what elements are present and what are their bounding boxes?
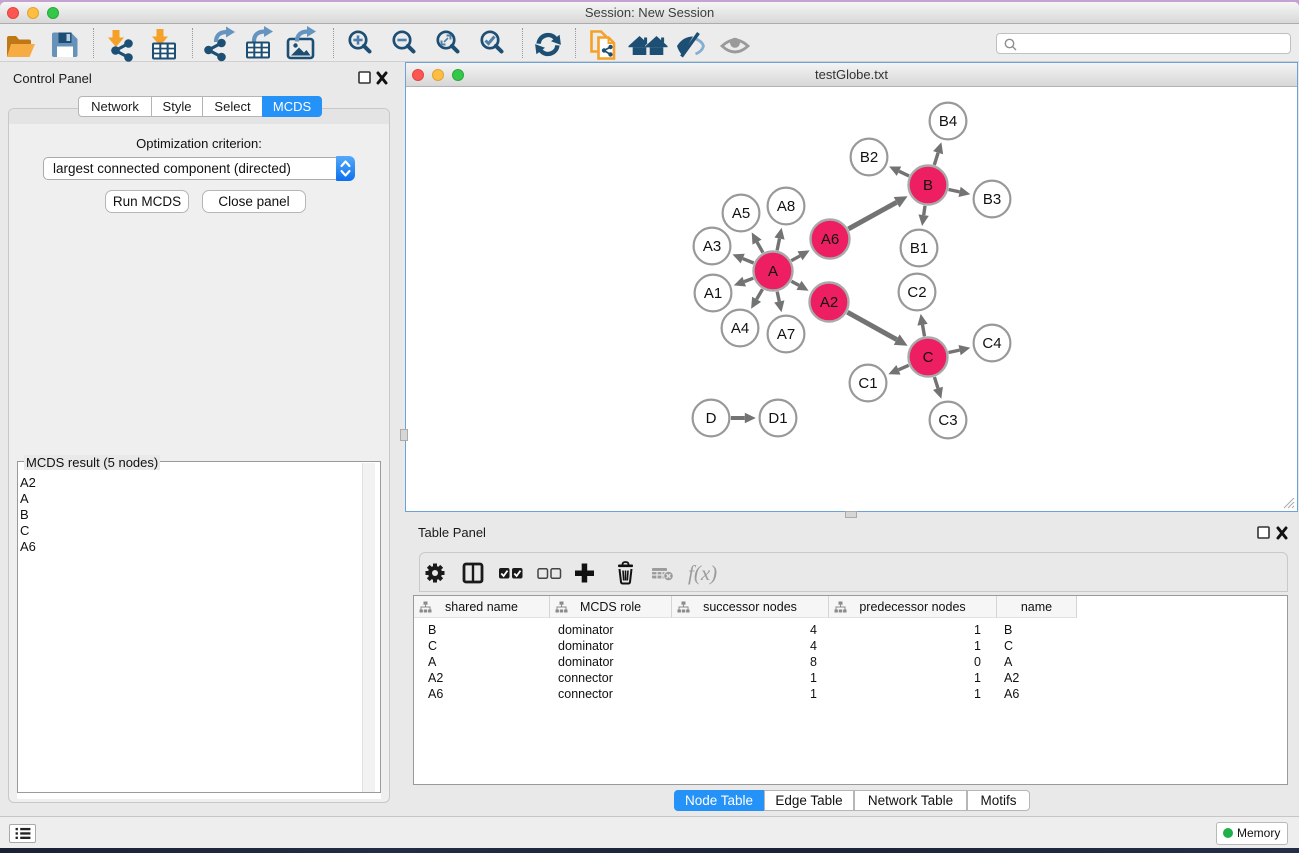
svg-text:A6: A6 — [821, 231, 839, 248]
svg-text:A8: A8 — [777, 198, 795, 215]
svg-text:C: C — [923, 349, 934, 366]
svg-text:C2: C2 — [907, 284, 926, 301]
svg-text:A2: A2 — [820, 294, 838, 311]
svg-text:C3: C3 — [938, 412, 957, 429]
svg-text:A4: A4 — [731, 320, 749, 337]
svg-text:B4: B4 — [939, 113, 957, 130]
svg-text:B: B — [923, 177, 933, 194]
svg-text:f(x): f(x) — [688, 561, 717, 585]
svg-text:B3: B3 — [983, 191, 1001, 208]
svg-text:A5: A5 — [732, 205, 750, 222]
svg-text:A7: A7 — [777, 326, 795, 343]
svg-text:B2: B2 — [860, 149, 878, 166]
svg-text:C4: C4 — [982, 335, 1001, 352]
svg-text:A3: A3 — [703, 238, 721, 255]
svg-text:B1: B1 — [910, 240, 928, 257]
svg-text:A1: A1 — [704, 285, 722, 302]
svg-text:D: D — [706, 410, 717, 427]
svg-text:D1: D1 — [768, 410, 787, 427]
svg-text:C1: C1 — [858, 375, 877, 392]
svg-text:A: A — [768, 263, 778, 280]
